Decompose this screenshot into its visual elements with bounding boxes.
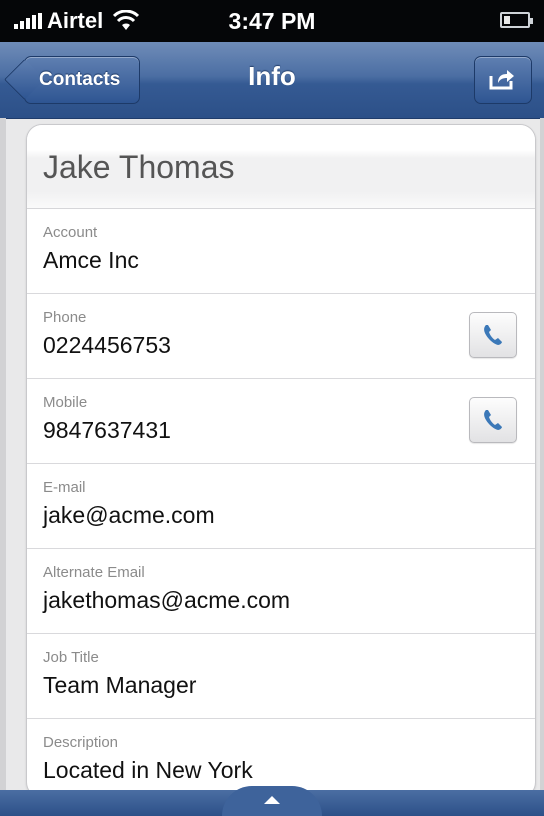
call-phone-button[interactable] [469, 312, 517, 358]
contact-name: Jake Thomas [27, 125, 535, 209]
field-label: Alternate Email [43, 564, 145, 581]
field-label: Phone [43, 309, 87, 326]
field-label: Account [43, 224, 98, 241]
field-label: E-mail [43, 479, 86, 496]
field-job-title: Job Title Team Manager [27, 634, 535, 719]
field-value: jakethomas@acme.com [43, 587, 291, 613]
field-label: Description [43, 734, 119, 751]
phone-handset-icon [484, 410, 502, 430]
page-edge-left [0, 118, 6, 790]
contact-card: Jake Thomas Account Amce Inc Phone 02244… [26, 124, 536, 798]
field-mobile: Mobile 9847637431 [27, 379, 535, 464]
call-mobile-button[interactable] [469, 397, 517, 443]
field-email[interactable]: E-mail jake@acme.com [27, 464, 535, 549]
back-button-label: Contacts [39, 69, 121, 90]
field-value: Amce Inc [43, 247, 139, 273]
field-value: 9847637431 [43, 417, 171, 443]
share-button[interactable] [474, 56, 532, 104]
field-account: Account Amce Inc [27, 209, 535, 294]
field-alternate-email[interactable]: Alternate Email jakethomas@acme.com [27, 549, 535, 634]
status-bar: Airtel 3:47 PM [0, 0, 544, 42]
battery-icon [500, 12, 533, 28]
field-label: Job Title [43, 649, 99, 666]
status-time: 3:47 PM [228, 8, 316, 34]
expand-tab[interactable] [222, 786, 322, 816]
chevron-up-icon [264, 796, 280, 804]
field-value: jake@acme.com [43, 502, 215, 528]
field-value: Team Manager [43, 672, 197, 698]
navigation-bar: Contacts Info [0, 42, 544, 119]
field-value: Located in New York [43, 757, 253, 783]
field-label: Mobile [43, 394, 88, 411]
field-value: 0224456753 [43, 332, 171, 358]
field-phone: Phone 0224456753 [27, 294, 535, 379]
phone-handset-icon [484, 325, 502, 345]
share-icon [489, 70, 514, 90]
page-edge-right [540, 118, 544, 790]
